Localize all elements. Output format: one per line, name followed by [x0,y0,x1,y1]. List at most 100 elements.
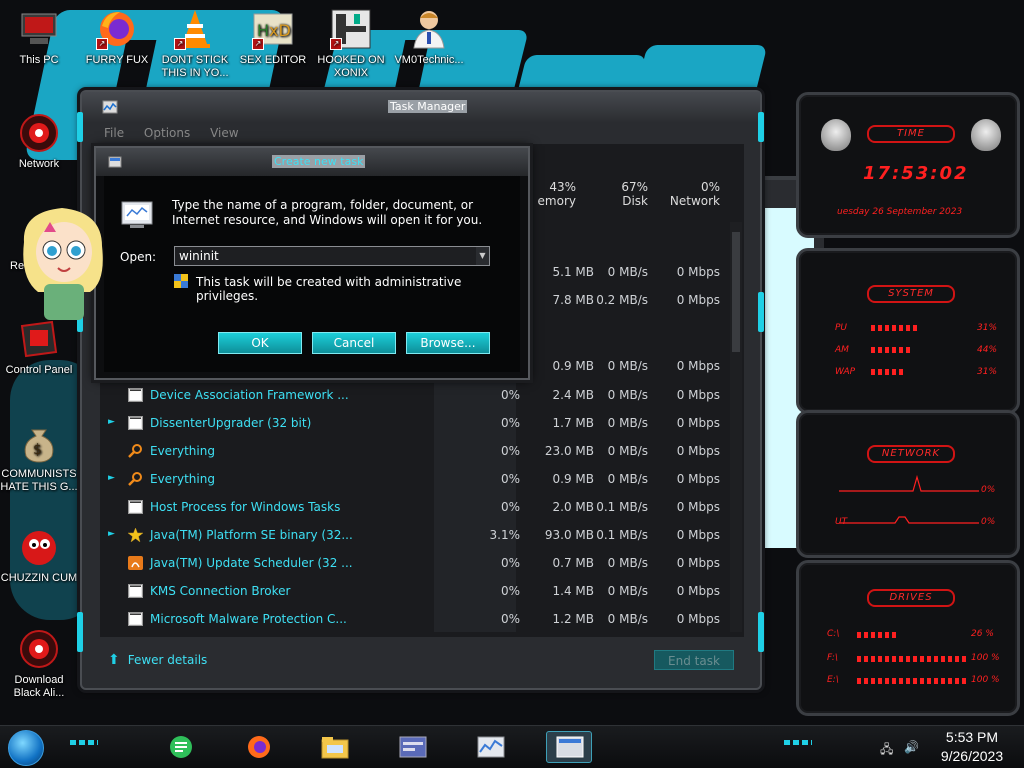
taskbar-run-dialog[interactable] [546,731,592,763]
desktop-icon-hooked-on-xonix[interactable]: ↗ HOOKED ON XONIX [312,8,390,80]
taskbar-notes-app[interactable] [158,731,204,763]
dialog-titlebar[interactable]: Create new task [96,148,528,176]
process-memory: 0.9 MB [552,472,594,486]
expand-chevron-icon[interactable]: ► [108,417,115,427]
process-memory: 1.2 MB [552,612,594,626]
clock-time: 5:53 PM [945,729,999,745]
table-row[interactable]: Everything 0% 23.0 MB 0 MB/s 0 Mbps [100,438,730,466]
network-out-label: UT [835,517,848,527]
technician-person-icon [408,8,450,50]
task-manager-titlebar[interactable]: Task Manager [82,92,760,122]
run-program-icon [121,201,153,228]
create-new-task-dialog[interactable]: Create new task Type the name of a progr… [94,146,530,380]
firefox-icon: ↗ [96,8,138,50]
process-memory: 93.0 MB [544,528,594,542]
process-list-scrollbar[interactable] [730,222,742,632]
desktop-icon-dont-stick[interactable]: ↗ DONT STICK THIS IN YO... [156,8,234,80]
desktop-icon-chuzzin[interactable]: CHUZZIN CUM [0,526,78,585]
taskbar-file-explorer[interactable] [312,731,358,763]
swap-bar [871,369,905,375]
desktop-icon-this-pc[interactable]: This PC [0,8,78,67]
process-disk: 0 MB/s [607,556,648,570]
desktop-icon-control-panel[interactable]: Control Panel [0,318,78,377]
desktop-icon-network[interactable]: Network [0,112,78,171]
process-network: 0 Mbps [676,416,720,430]
menu-options[interactable]: Options [144,126,190,140]
menu-file[interactable]: File [104,126,124,140]
task-manager-icon [477,736,505,758]
process-cpu: 0% [500,388,520,402]
process-disk: 0 MB/s [607,472,648,486]
process-cpu: 0% [500,444,520,458]
taskbar-task-manager[interactable] [468,731,514,763]
table-row[interactable]: KMS Connection Broker 0% 1.4 MB 0 MB/s 0 Mbp… [100,578,730,606]
table-row[interactable]: Host Process for Windows Tasks 0% 2.0 MB 0.… [100,494,730,522]
network-in-value: 0% [981,485,996,495]
expand-chevron-icon[interactable]: ► [108,529,115,539]
network-globe-icon [18,628,60,670]
gadget-date: uesday 26 September 2023 [837,207,963,217]
taskbar-clock[interactable]: 5:53 PM 9/26/2023 [930,728,1014,766]
taskbar-firefox[interactable] [236,731,282,763]
table-row[interactable]: Microsoft Malware Protection C... 0% 1.2 M… [100,606,730,634]
network-tray-icon[interactable]: 🖧 [880,740,893,761]
column-header-memory[interactable]: 43% emory [522,180,576,208]
taskbar-app-window[interactable] [390,731,436,763]
process-network: 0 Mbps [676,584,720,598]
time-gadget[interactable]: TIME 17:53:02 uesday 26 September 2023 [796,92,1020,238]
process-cpu: 3.1% [489,528,521,542]
menu-view[interactable]: View [210,126,238,140]
process-cpu: 0% [500,500,520,514]
open-field[interactable] [174,246,490,266]
cancel-button[interactable]: Cancel [312,332,396,354]
end-task-button[interactable]: End task [654,650,734,670]
desktop-icon-sex-editor[interactable]: HxD ↗ SEX EDITOR [234,8,312,67]
taskbar-accent [70,740,98,745]
scrollbar-thumb[interactable] [732,232,740,352]
ram-bar [871,347,911,353]
system-gadget[interactable]: SYSTEM PU 31% AM 44% WAP 31% [796,248,1020,414]
process-name: Device Association Framework ... [150,388,349,402]
window-icon [128,584,143,598]
column-header-disk[interactable]: 67% Disk [592,180,648,208]
cpu-label: PU [835,323,848,333]
volume-tray-icon[interactable]: 🔊 [904,740,919,754]
table-row[interactable]: ► Everything 0% 0.9 MB 0 MB/s 0 Mbps [100,466,730,494]
table-row[interactable]: Java(TM) Update Scheduler (32 ... 0% 0.7 M… [100,550,730,578]
column-header-network[interactable]: 0% Network [660,180,720,208]
start-button[interactable] [8,730,44,766]
process-cpu: 0% [500,416,520,430]
alien-head-icon [971,119,1001,151]
task-manager-app-icon [102,100,118,114]
frame-accent [77,612,83,652]
drive-f-value: 100 % [971,653,1000,663]
network-gadget[interactable]: NETWORK 0% UT 0% [796,410,1020,558]
drives-gadget[interactable]: DRIVES C:\ 26 % F:\ 100 % E:\ 100 % [796,560,1020,716]
process-name: DissenterUpgrader (32 bit) [150,416,312,430]
drive-c-value: 26 % [971,629,994,639]
expand-chevron-icon[interactable]: ► [108,473,115,483]
desktop-icon-communists[interactable]: $ COMMUNISTS HATE THIS G... [0,422,78,494]
svg-text:$: $ [33,442,42,458]
cartoon-character-sticker [23,208,103,320]
open-dropdown-chevron-down-icon[interactable]: ▼ [476,247,489,265]
table-row[interactable]: ► Java(TM) Platform SE binary (32... 3.1% 9… [100,522,730,550]
ok-button[interactable]: OK [218,332,302,354]
browse-button[interactable]: Browse... [406,332,490,354]
desktop-icon-furry-fux[interactable]: ↗ FURRY FUX [78,8,156,67]
gadget-title: TIME [867,125,955,143]
table-row[interactable]: Device Association Framework ... 0% 2.4 MB… [100,382,730,410]
table-row[interactable]: ► DissenterUpgrader (32 bit) 0% 1.7 MB 0 MB/… [100,410,730,438]
desktop-icon-vm0technic[interactable]: VM0Technic... [390,8,468,67]
drive-f-label: F:\ [827,653,838,663]
taskbar-accent [784,740,812,745]
cpu-value: 31% [977,323,998,333]
fewer-details-link[interactable]: ⬆ Fewer details [108,652,207,668]
window-icon [128,416,143,430]
process-disk: 0.1 MB/s [596,528,648,542]
gadget-title: DRIVES [867,589,955,607]
frame-accent [758,112,764,142]
process-cpu: 0% [500,556,520,570]
desktop-icon-download-black-ali[interactable]: Download Black Ali... [0,628,78,700]
process-disk: 0 MB/s [607,584,648,598]
